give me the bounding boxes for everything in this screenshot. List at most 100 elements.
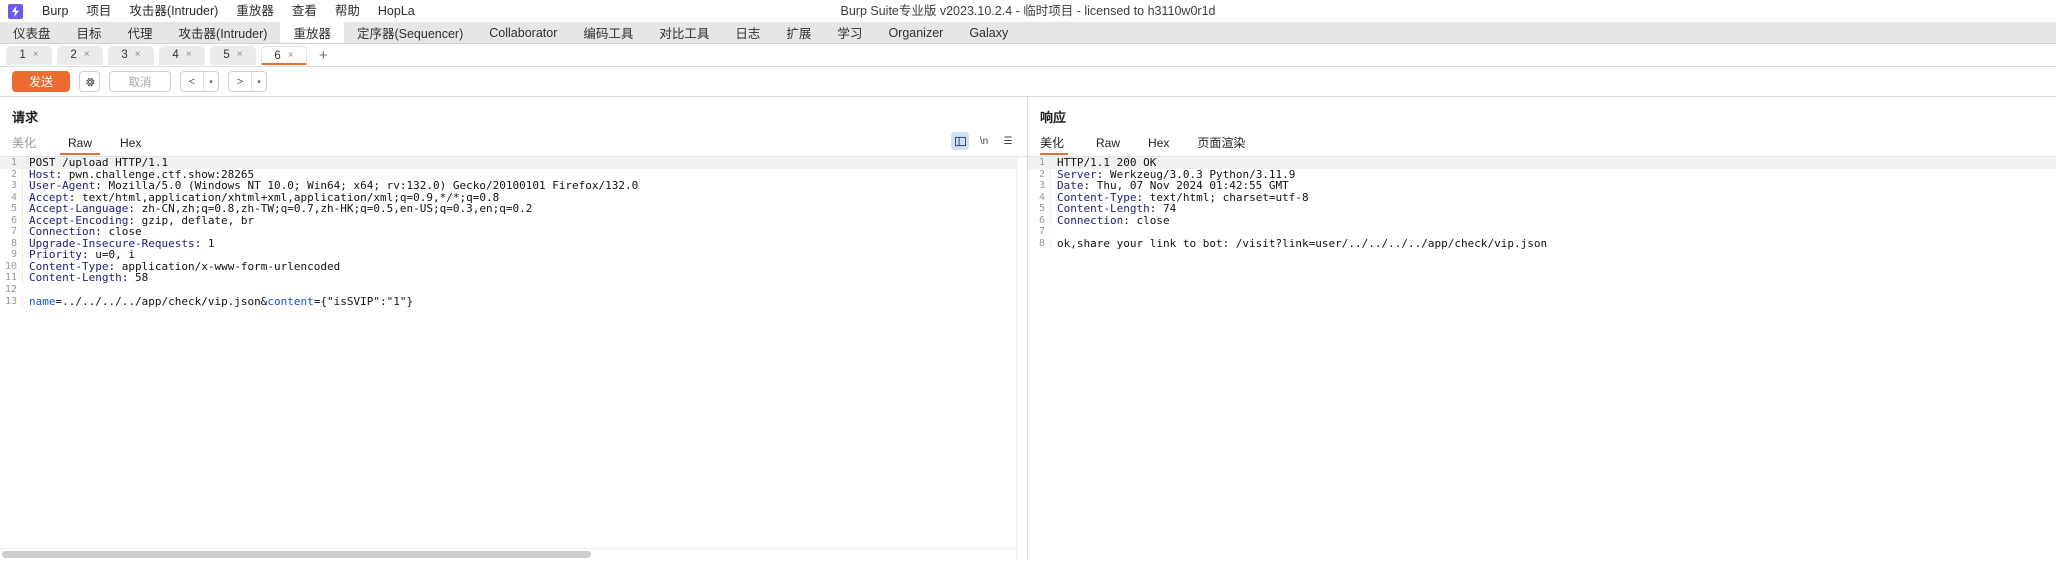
cancel-button[interactable]: 取消 <box>109 71 172 92</box>
code-text: Connection: close <box>1050 214 2056 227</box>
tab-extensions[interactable]: 扩展 <box>773 22 824 43</box>
menu-item-intruder[interactable]: 攻击器(Intruder) <box>120 0 227 22</box>
editor-panes: 请求 美化 Raw Hex \n ☰ 1 POST /upload HTTP/1.… <box>0 97 2056 559</box>
menu-item-help[interactable]: 帮助 <box>326 0 369 22</box>
tab-galaxy[interactable]: Galaxy <box>956 22 1021 43</box>
chevron-down-icon[interactable]: ▾ <box>251 72 266 91</box>
layout-icon[interactable] <box>951 132 969 150</box>
code-segment: : close <box>95 226 142 238</box>
code-segment: Content-Length <box>29 272 122 285</box>
tab-collaborator[interactable]: Collaborator <box>476 22 570 43</box>
menu-item-hopla[interactable]: HopLa <box>369 0 424 22</box>
repeater-tab-label: 4 <box>172 49 179 61</box>
tab-sequencer[interactable]: 定序器(Sequencer) <box>344 22 476 43</box>
code-text: Content-Type: text/html; charset=utf-8 <box>1050 191 2056 204</box>
gear-icon <box>85 77 95 86</box>
code-segment: Accept-Language <box>29 203 129 215</box>
code-line: 1 POST /upload HTTP/1.1 <box>0 157 1027 169</box>
tab-organizer[interactable]: Organizer <box>875 22 956 43</box>
add-tab-button[interactable]: + <box>312 46 335 65</box>
menu-bar: Burp 项目 攻击器(Intruder) 重放器 查看 帮助 HopLa Bu… <box>0 0 2056 22</box>
code-line: 9 Priority: u=0, i <box>0 249 1027 261</box>
forward-button[interactable]: > ▾ <box>228 71 268 92</box>
repeater-tab-label: 5 <box>223 49 230 61</box>
line-number: 1 <box>1038 157 1045 168</box>
line-number: 11 <box>4 272 17 284</box>
line-number: 2 <box>1038 168 1045 180</box>
code-text: Content-Length: 58 <box>22 272 1027 285</box>
code-segment: : text/html; charset=utf-8 <box>1136 191 1309 204</box>
code-segment: Connection <box>1057 214 1124 227</box>
response-tab-raw[interactable]: Raw <box>1082 133 1134 153</box>
tab-proxy[interactable]: 代理 <box>115 22 166 43</box>
lightning-icon <box>12 5 19 17</box>
line-number: 8 <box>10 237 17 249</box>
close-icon[interactable]: × <box>288 50 294 61</box>
code-segment: Content-Type <box>1057 191 1137 204</box>
newline-icon[interactable]: \n <box>975 132 993 150</box>
tab-intruder[interactable]: 攻击器(Intruder) <box>166 22 281 43</box>
code-segment: POST /upload HTTP/1.1 <box>29 157 169 169</box>
repeater-tab-label: 2 <box>70 49 77 61</box>
request-tab-raw[interactable]: Raw <box>54 133 106 155</box>
code-line: 10 Content-Type: application/x-www-form-u… <box>0 260 1027 273</box>
response-code: 1 HTTP/1.1 200 OK 2 Server: Werkzeug/3.0.3 … <box>1028 157 2056 250</box>
settings-button[interactable] <box>79 71 101 92</box>
repeater-tab-5[interactable]: 5 × <box>210 45 256 65</box>
back-button[interactable]: < ▾ <box>180 71 220 92</box>
code-segment: Connection <box>29 226 96 238</box>
close-icon[interactable]: × <box>237 50 243 60</box>
request-tab-pretty[interactable]: 美化 <box>12 133 54 153</box>
send-button[interactable]: 发送 <box>12 71 71 92</box>
code-text: Accept-Encoding: gzip, deflate, br <box>22 214 1027 227</box>
code-segment: : Werkzeug/3.0.3 Python/3.11.9 <box>1096 168 1296 181</box>
code-line: 7 Connection: close <box>0 226 1027 238</box>
code-segment: =../../../../app/check/vip.json& <box>55 295 268 308</box>
code-segment: : pwn.challenge.ctf.show:28265 <box>55 168 255 181</box>
tab-decoder[interactable]: 编码工具 <box>570 22 646 43</box>
tab-learn[interactable]: 学习 <box>824 22 875 43</box>
repeater-tab-3[interactable]: 3 × <box>108 45 154 65</box>
repeater-tab-label: 1 <box>19 49 26 61</box>
repeater-tab-bar: 1 × 2 × 3 × 4 × 5 × 6 × + <box>0 44 2056 67</box>
request-vertical-scrollbar[interactable] <box>1016 157 1027 559</box>
repeater-tab-4[interactable]: 4 × <box>159 45 205 65</box>
code-line: 2 Host: pwn.challenge.ctf.show:28265 <box>0 168 1027 181</box>
response-tab-render[interactable]: 页面渲染 <box>1183 133 1259 153</box>
repeater-tab-1[interactable]: 1 × <box>6 45 52 65</box>
close-icon[interactable]: × <box>33 50 39 60</box>
request-horizontal-scrollbar[interactable] <box>0 548 1016 559</box>
code-segment: : text/html,application/xhtml+xml,applic… <box>68 191 500 204</box>
response-tab-hex[interactable]: Hex <box>1134 133 1183 153</box>
repeater-tab-6[interactable]: 6 × <box>261 45 307 65</box>
code-line: 5 Accept-Language: zh-CN,zh;q=0.8,zh-TW;q… <box>0 203 1027 215</box>
close-icon[interactable]: × <box>186 50 192 60</box>
tab-target[interactable]: 目标 <box>64 22 115 43</box>
tab-dashboard[interactable]: 仪表盘 <box>0 22 64 43</box>
request-editor[interactable]: 1 POST /upload HTTP/1.1 2 Host: pwn.challen… <box>0 156 1027 559</box>
tab-logger[interactable]: 日志 <box>722 22 773 43</box>
close-icon[interactable]: × <box>84 50 90 60</box>
code-segment: Server <box>1057 168 1097 181</box>
response-editor[interactable]: 1 HTTP/1.1 200 OK 2 Server: Werkzeug/3.0.3 … <box>1028 156 2056 559</box>
line-number: 8 <box>1038 237 1045 249</box>
repeater-tab-label: 6 <box>274 49 281 62</box>
menu-item-burp[interactable]: Burp <box>33 0 77 22</box>
menu-item-repeater[interactable]: 重放器 <box>227 0 283 22</box>
tab-comparer[interactable]: 对比工具 <box>646 22 722 43</box>
chevron-down-icon[interactable]: ▾ <box>203 72 218 91</box>
scrollbar-thumb[interactable] <box>2 551 592 558</box>
tab-repeater[interactable]: 重放器 <box>280 22 344 43</box>
code-text: name=../../../../app/check/vip.json&cont… <box>22 295 1027 308</box>
close-icon[interactable]: × <box>135 50 141 60</box>
menu-icon[interactable]: ☰ <box>999 132 1017 150</box>
request-tab-hex[interactable]: Hex <box>106 133 155 153</box>
menu-item-view[interactable]: 查看 <box>283 0 326 22</box>
line-number: 7 <box>10 226 17 238</box>
repeater-tab-2[interactable]: 2 × <box>57 45 103 65</box>
code-text: Accept: text/html,application/xhtml+xml,… <box>22 191 1027 204</box>
response-tab-pretty[interactable]: 美化 <box>1040 133 1082 155</box>
response-pane: 响应 美化 Raw Hex 页面渲染 1 HTTP/1.1 200 OK 2 Serv… <box>1028 97 2056 559</box>
code-segment: Host <box>29 168 56 181</box>
menu-item-project[interactable]: 项目 <box>77 0 120 22</box>
